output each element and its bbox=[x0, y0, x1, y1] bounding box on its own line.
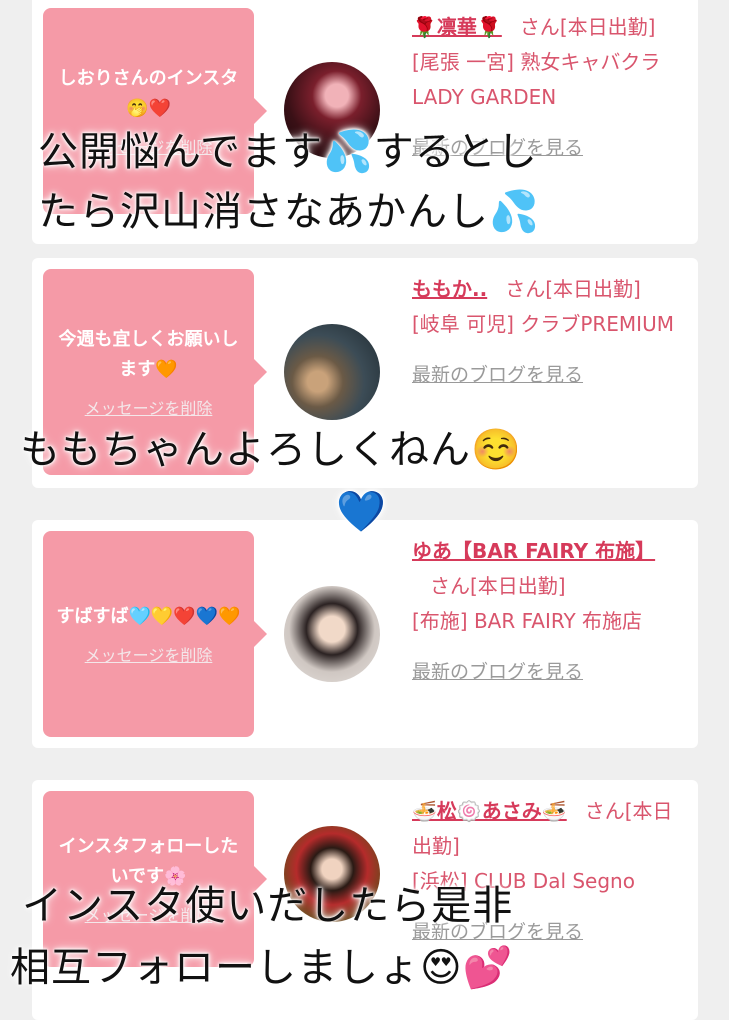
message-bubble: インスタフォローしたいです🌸 メッセージを削除 bbox=[43, 791, 267, 967]
avatar[interactable] bbox=[284, 324, 380, 420]
shop-location: [岐阜 可児] クラブPREMIUM bbox=[412, 312, 674, 336]
work-status: [本日出勤] bbox=[559, 15, 656, 39]
honorific: さん bbox=[505, 277, 546, 301]
overlay-caption-6: 相互フォローしましょ😍💕 bbox=[10, 945, 514, 991]
blog-link[interactable]: 最新のブログを見る bbox=[412, 655, 684, 690]
work-status: [本日出勤] bbox=[545, 277, 641, 301]
message-bubble: しおりさんのインスタ🤭❤️ メッセージを削除 bbox=[43, 8, 267, 214]
shop-location: [尾張 一宮] 熟女キャバクラ LADY GARDEN bbox=[412, 50, 661, 109]
cast-name-link[interactable]: ゆあ【BAR FAIRY 布施】 bbox=[412, 539, 655, 563]
cast-info: ゆあ【BAR FAIRY 布施】さん[本日出勤] [布施] BAR FAIRY … bbox=[412, 534, 684, 690]
shop-location: [布施] BAR FAIRY 布施店 bbox=[412, 609, 643, 633]
avatar[interactable] bbox=[284, 586, 380, 682]
overlay-caption-1: 公開悩んでます💦するとし bbox=[38, 129, 538, 175]
delete-message-link[interactable]: メッセージを削除 bbox=[85, 395, 213, 419]
work-status: [本日出勤] bbox=[470, 574, 566, 598]
bubble-message-text: すばすば🩵💛❤️💙🧡 bbox=[56, 606, 241, 627]
message-card: すばすば🩵💛❤️💙🧡 メッセージを削除 ゆあ【BAR FAIRY 布施】さん[本… bbox=[32, 520, 698, 748]
overlay-caption-5: インスタ使いだしたら是非 bbox=[22, 883, 514, 929]
message-bubble: すばすば🩵💛❤️💙🧡 メッセージを削除 bbox=[43, 531, 267, 737]
overlay-caption-2: たら沢山消さなあかんし💦 bbox=[38, 189, 540, 235]
blog-link[interactable]: 最新のブログを見る bbox=[412, 358, 684, 393]
cast-name-link[interactable]: 🍜松🍥あさみ🍜 bbox=[412, 799, 567, 823]
bubble-message-text: 今週も宜しくお願いします🧡 bbox=[58, 329, 239, 380]
cast-info: ももか.. さん[本日出勤] [岐阜 可児] クラブPREMIUM 最新のブログを… bbox=[412, 272, 684, 393]
honorific: さん bbox=[519, 15, 560, 39]
cast-name-link[interactable]: ももか.. bbox=[412, 277, 487, 301]
bubble-message-text: しおりさんのインスタ🤭❤️ bbox=[58, 68, 239, 119]
honorific: さん bbox=[584, 799, 625, 823]
delete-message-link[interactable]: メッセージを削除 bbox=[85, 642, 213, 666]
honorific: さん bbox=[430, 574, 470, 598]
overlay-caption-3: ももちゃんよろしくねん☺️ bbox=[20, 427, 522, 473]
overlay-caption-4: 💙 bbox=[336, 489, 387, 535]
cast-name-link[interactable]: 🌹凛華🌹 bbox=[412, 15, 502, 39]
